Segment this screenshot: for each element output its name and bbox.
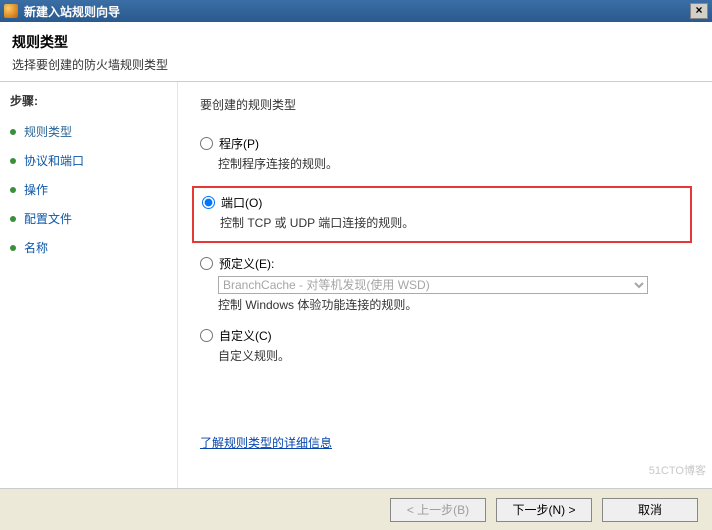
wizard-icon xyxy=(4,4,18,18)
wizard-footer: < 上一步(B) 下一步(N) > 取消 xyxy=(0,488,712,530)
radio-program[interactable]: 程序(P) xyxy=(200,135,692,152)
radio-port[interactable]: 端口(O) xyxy=(202,194,682,211)
wizard-content: 要创建的规则类型 程序(P) 控制程序连接的规则。 端口(O) 控制 TCP 或… xyxy=(178,82,712,488)
steps-heading: 步骤: xyxy=(10,92,167,109)
radio-custom-label: 自定义(C) xyxy=(219,327,272,344)
bullet-icon xyxy=(10,216,16,222)
predefined-dropdown[interactable]: BranchCache - 对等机发现(使用 WSD) xyxy=(218,276,648,294)
step-name[interactable]: 名称 xyxy=(10,235,167,260)
window-title: 新建入站规则向导 xyxy=(24,3,120,20)
close-button[interactable]: × xyxy=(690,3,708,19)
step-label: 操作 xyxy=(24,181,48,198)
wizard-header: 规则类型 选择要创建的防火墙规则类型 xyxy=(0,22,712,82)
radio-custom-desc: 自定义规则。 xyxy=(218,347,692,364)
radio-predefined-desc: 控制 Windows 体验功能连接的规则。 xyxy=(218,296,692,313)
titlebar: 新建入站规则向导 × xyxy=(0,0,712,22)
radio-predefined-input[interactable] xyxy=(200,257,213,270)
back-button[interactable]: < 上一步(B) xyxy=(390,498,486,522)
section-heading: 要创建的规则类型 xyxy=(200,96,692,113)
step-protocol-ports[interactable]: 协议和端口 xyxy=(10,148,167,173)
radio-program-label: 程序(P) xyxy=(219,135,259,152)
step-profile[interactable]: 配置文件 xyxy=(10,206,167,231)
option-program: 程序(P) 控制程序连接的规则。 xyxy=(200,135,692,172)
page-subtitle: 选择要创建的防火墙规则类型 xyxy=(12,56,700,73)
bullet-icon xyxy=(10,158,16,164)
radio-port-desc: 控制 TCP 或 UDP 端口连接的规则。 xyxy=(220,214,682,231)
cancel-button[interactable]: 取消 xyxy=(602,498,698,522)
step-label: 名称 xyxy=(24,239,48,256)
bullet-icon xyxy=(10,187,16,193)
bullet-icon xyxy=(10,245,16,251)
page-title: 规则类型 xyxy=(12,32,700,52)
step-action[interactable]: 操作 xyxy=(10,177,167,202)
watermark: 51CTO博客 xyxy=(649,462,706,478)
step-label: 协议和端口 xyxy=(24,152,84,169)
radio-program-desc: 控制程序连接的规则。 xyxy=(218,155,692,172)
step-label: 配置文件 xyxy=(24,210,72,227)
radio-program-input[interactable] xyxy=(200,137,213,150)
option-port: 端口(O) 控制 TCP 或 UDP 端口连接的规则。 xyxy=(202,194,682,231)
radio-custom[interactable]: 自定义(C) xyxy=(200,327,692,344)
highlight-box: 端口(O) 控制 TCP 或 UDP 端口连接的规则。 xyxy=(192,186,692,243)
steps-sidebar: 步骤: 规则类型 协议和端口 操作 配置文件 名称 xyxy=(0,82,178,488)
radio-port-label: 端口(O) xyxy=(221,194,262,211)
step-label: 规则类型 xyxy=(24,123,72,140)
radio-port-input[interactable] xyxy=(202,196,215,209)
radio-predefined[interactable]: 预定义(E): xyxy=(200,255,692,272)
learn-more-link[interactable]: 了解规则类型的详细信息 xyxy=(200,434,332,451)
radio-custom-input[interactable] xyxy=(200,329,213,342)
bullet-icon xyxy=(10,129,16,135)
radio-predefined-label: 预定义(E): xyxy=(219,255,274,272)
wizard-body: 步骤: 规则类型 协议和端口 操作 配置文件 名称 要创建的规则类型 程 xyxy=(0,82,712,488)
option-custom: 自定义(C) 自定义规则。 xyxy=(200,327,692,364)
predefined-dropdown-wrap: BranchCache - 对等机发现(使用 WSD) xyxy=(218,276,648,294)
next-button[interactable]: 下一步(N) > xyxy=(496,498,592,522)
step-rule-type[interactable]: 规则类型 xyxy=(10,119,167,144)
option-predefined: 预定义(E): BranchCache - 对等机发现(使用 WSD) 控制 W… xyxy=(200,255,692,313)
